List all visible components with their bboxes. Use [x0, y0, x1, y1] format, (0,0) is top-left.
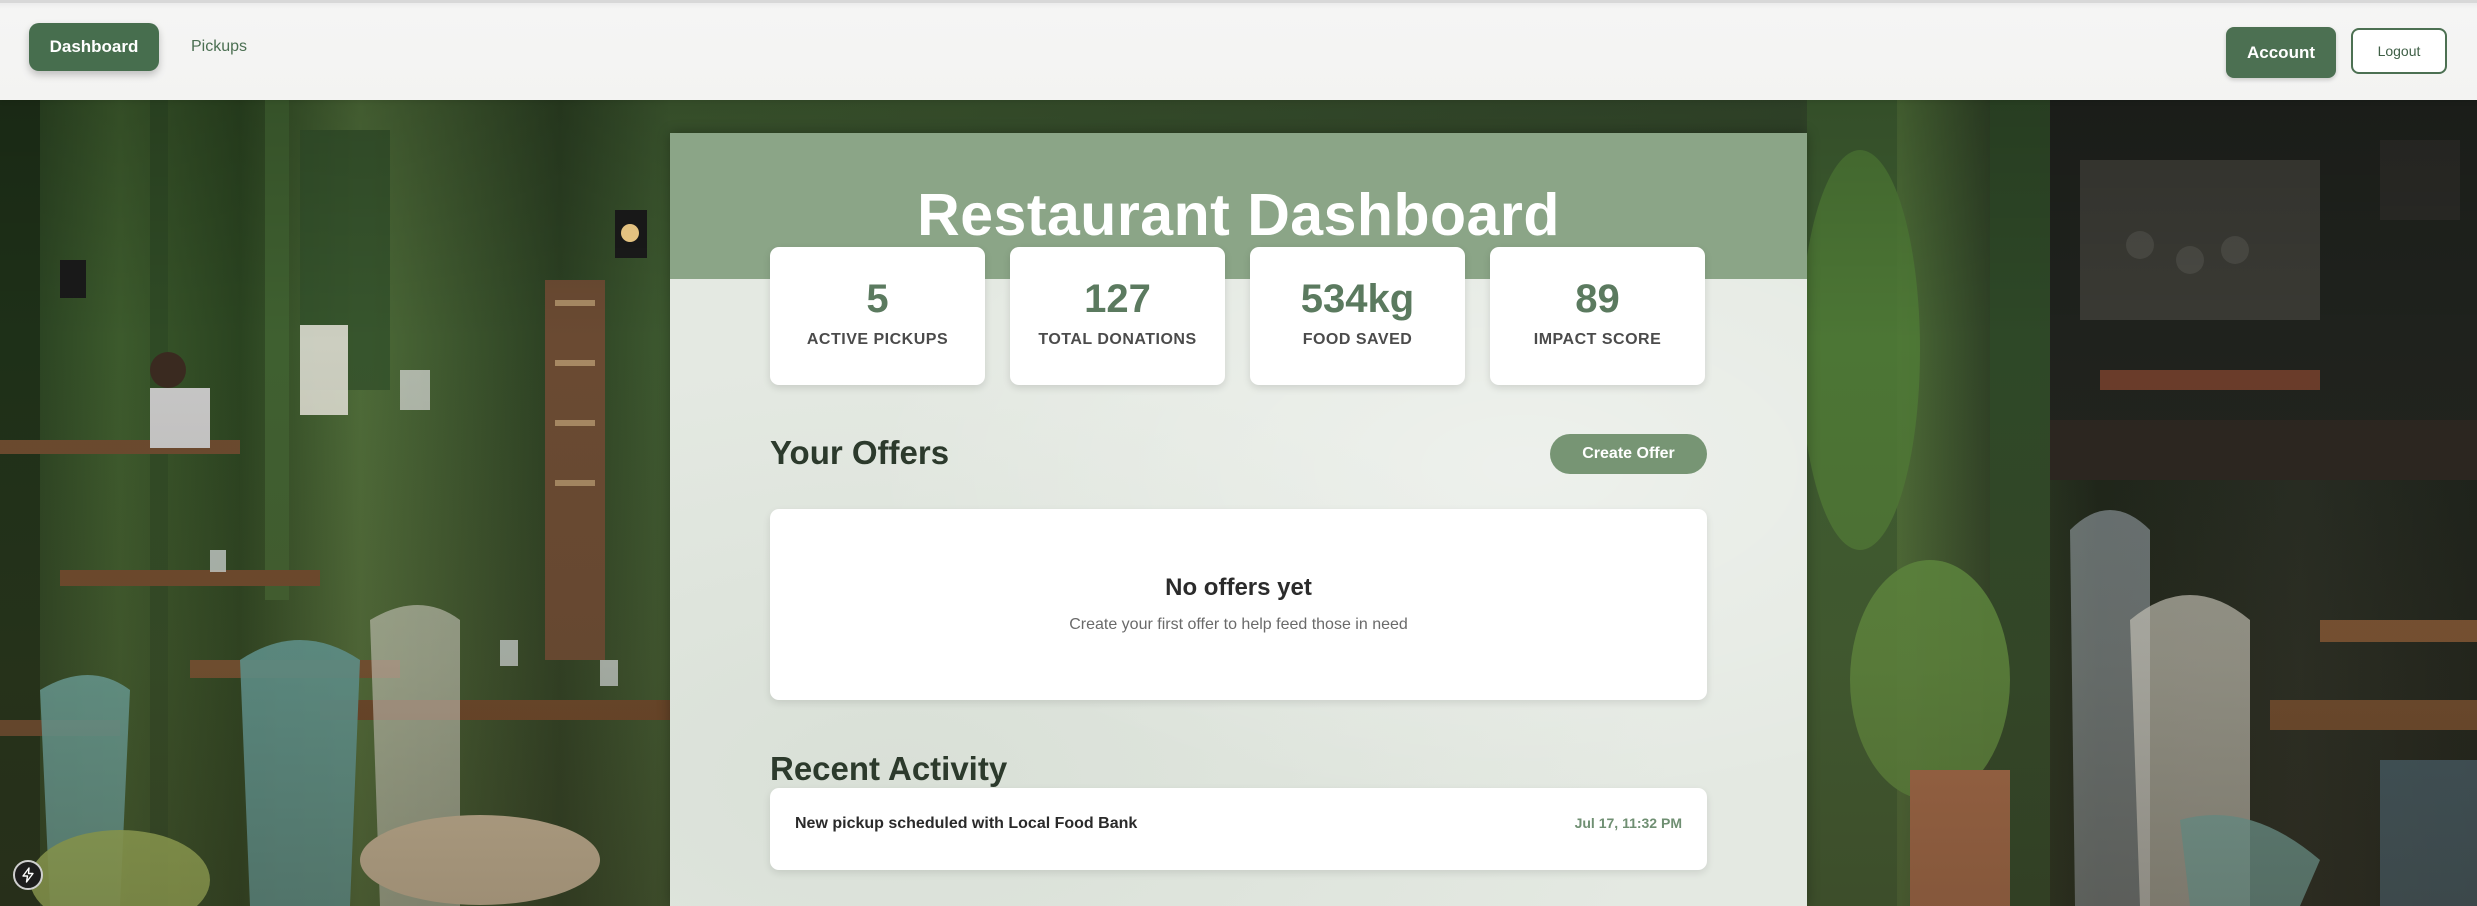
stat-card-food-saved: 534kg FOOD SAVED	[1250, 247, 1465, 385]
stat-value: 534kg	[1300, 277, 1415, 321]
lightning-icon[interactable]	[13, 860, 43, 890]
create-offer-button[interactable]: Create Offer	[1550, 434, 1707, 474]
account-button[interactable]: Account	[2226, 27, 2336, 78]
stat-value: 89	[1575, 277, 1620, 321]
stat-label: ACTIVE PICKUPS	[806, 331, 949, 348]
top-navigation: Dashboard Pickups Account Logout	[0, 0, 2477, 100]
page-title: Restaurant Dashboard	[917, 182, 1560, 248]
lightning-icon-glyph	[22, 867, 34, 883]
stats-row: 5 ACTIVE PICKUPS 127 TOTAL DONATIONS 534…	[770, 247, 1705, 385]
dashboard-panel: Restaurant Dashboard 5 ACTIVE PICKUPS 12…	[670, 133, 1807, 906]
empty-state-subtitle: Create your first offer to help feed tho…	[1069, 616, 1408, 633]
pickups-nav-link[interactable]: Pickups	[191, 38, 247, 56]
activity-item-timestamp: Jul 17, 11:32 PM	[1574, 815, 1682, 831]
stat-label: FOOD SAVED	[1302, 331, 1413, 348]
stat-card-total-donations: 127 TOTAL DONATIONS	[1010, 247, 1225, 385]
offers-empty-state: No offers yet Create your first offer to…	[770, 509, 1707, 700]
stat-card-active-pickups: 5 ACTIVE PICKUPS	[770, 247, 985, 385]
stat-label: IMPACT SCORE	[1533, 331, 1662, 348]
stat-value: 5	[866, 277, 889, 321]
activity-item-text: New pickup scheduled with Local Food Ban…	[795, 815, 1138, 832]
offers-section-title: Your Offers	[770, 434, 950, 471]
logout-button[interactable]: Logout	[2351, 28, 2447, 74]
stat-card-impact-score: 89 IMPACT SCORE	[1490, 247, 1705, 385]
empty-state-title: No offers yet	[1165, 574, 1312, 601]
activity-section-title: Recent Activity	[770, 750, 1008, 787]
activity-item: New pickup scheduled with Local Food Ban…	[770, 788, 1707, 870]
nav-left-group: Dashboard Pickups	[29, 23, 247, 71]
stat-value: 127	[1084, 277, 1151, 321]
dashboard-nav-button[interactable]: Dashboard	[29, 23, 159, 71]
stat-label: TOTAL DONATIONS	[1038, 331, 1197, 348]
